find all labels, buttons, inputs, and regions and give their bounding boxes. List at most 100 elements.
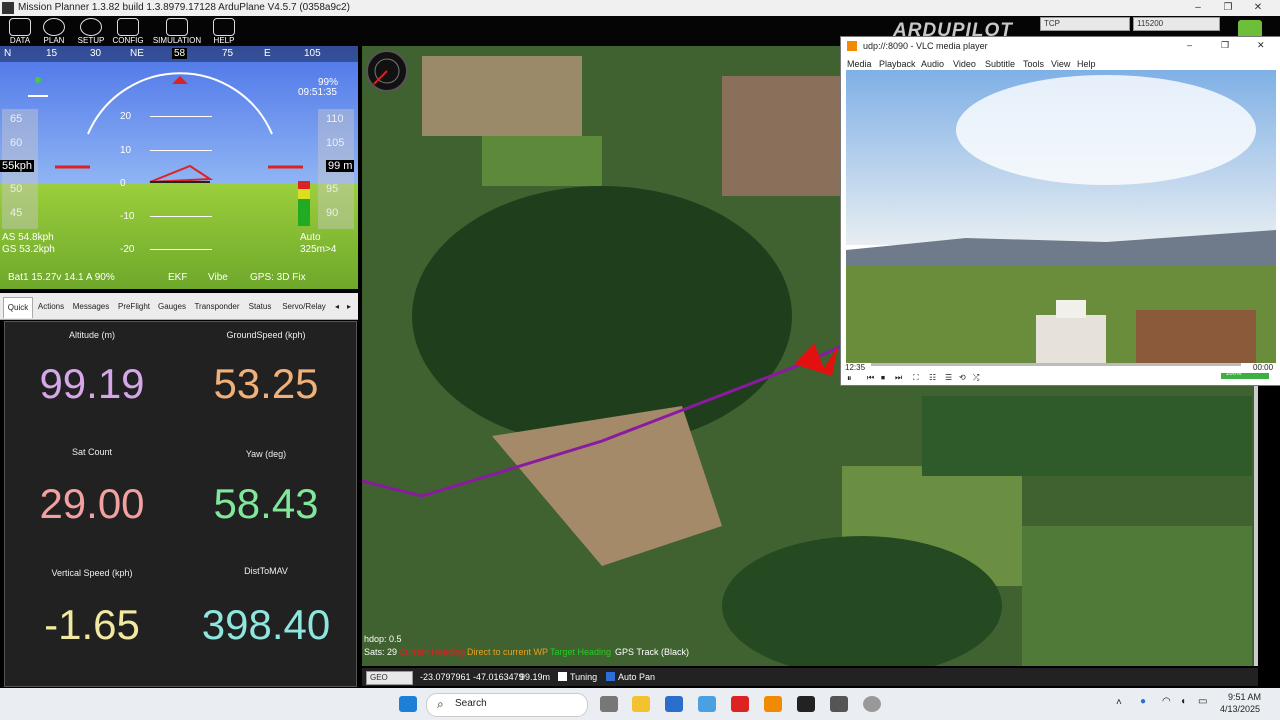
- pitch-label: -10: [120, 211, 135, 222]
- store-icon[interactable]: [665, 696, 683, 712]
- quick-label: Sat Count: [71, 447, 113, 457]
- vlc-menu-media[interactable]: Media: [847, 59, 872, 69]
- coord-mode-select[interactable]: GEO: [366, 671, 413, 685]
- search-icon: ⌕: [437, 697, 444, 711]
- vlc-next-icon[interactable]: ⏭: [895, 373, 902, 383]
- coordinates-text: -23.0797961 -47.0163479: [420, 672, 524, 682]
- help-button[interactable]: HELP: [204, 17, 244, 46]
- speed-readout: 55kph: [0, 160, 34, 172]
- quick-label: Altitude (m): [68, 330, 115, 340]
- video-frame: [846, 70, 1276, 363]
- quick-panel: Altitude (m) 99.19 GroundSpeed (kph) 53.…: [4, 321, 357, 687]
- config-button[interactable]: CONFIG: [108, 17, 148, 46]
- vlc-prev-icon[interactable]: ⏮: [867, 373, 874, 383]
- hdop-text: hdop: 0.5: [364, 634, 402, 644]
- pitch-label: -20: [120, 244, 135, 255]
- vlc-close-button[interactable]: ✕: [1257, 40, 1265, 51]
- photos-icon[interactable]: [698, 696, 716, 712]
- auto-pan-checkbox[interactable]: [606, 672, 615, 681]
- tuning-checkbox[interactable]: [558, 672, 567, 681]
- task-view-icon[interactable]: [600, 696, 618, 712]
- window-titlebar: Mission Planner 1.3.82 build 1.3.8979.17…: [0, 0, 1280, 16]
- tab-quick[interactable]: Quick: [3, 297, 33, 318]
- vlc-loop-icon[interactable]: ⟲: [959, 373, 966, 382]
- tab-messages[interactable]: Messages: [70, 297, 112, 317]
- start-icon[interactable]: [399, 696, 417, 712]
- legend-direct-to-wp: Direct to current WP: [467, 647, 549, 657]
- tab-status[interactable]: Status: [245, 297, 275, 317]
- globe-icon: [43, 18, 65, 36]
- quick-value: 29.00: [39, 480, 145, 527]
- tab-servo-relay[interactable]: Servo/Relay: [278, 297, 330, 317]
- quick-value: -1.65: [44, 601, 140, 648]
- volume-icon[interactable]: ◖: [1180, 696, 1186, 707]
- gps-status: GPS: 3D Fix: [250, 272, 306, 283]
- vlc-menu-video[interactable]: Video: [953, 59, 976, 69]
- legend-gps-track: GPS Track (Black): [615, 647, 690, 657]
- airspeed-text: AS 54.8kph: [2, 232, 54, 243]
- vlc-stop-icon[interactable]: ⏹: [881, 373, 885, 383]
- tray-overflow-icon[interactable]: ˄: [1116, 697, 1122, 708]
- minimize-button[interactable]: –: [1183, 1, 1213, 15]
- auto-pan-label: Auto Pan: [618, 672, 656, 682]
- setup-button[interactable]: SETUP: [71, 17, 111, 46]
- vlc-window[interactable]: udp://:8090 - VLC media player – ❐ ✕ Med…: [840, 36, 1280, 386]
- vlc-menu-subtitle[interactable]: Subtitle: [985, 59, 1015, 69]
- close-button[interactable]: ✕: [1243, 1, 1273, 15]
- vibe-status[interactable]: Vibe: [208, 272, 228, 283]
- app-icon-gray[interactable]: [863, 696, 881, 712]
- vlc-taskbar-icon[interactable]: [764, 696, 782, 712]
- taskbar-search[interactable]: ⌕ Search: [426, 693, 588, 717]
- pitch-label: 20: [120, 111, 132, 122]
- tab-transponder[interactable]: Transponder: [192, 297, 242, 317]
- app-icon-red[interactable]: [731, 696, 749, 712]
- wifi-icon[interactable]: ◠: [1162, 696, 1171, 707]
- tab-actions[interactable]: Actions: [35, 297, 67, 317]
- simulation-icon: [166, 18, 188, 36]
- tab-preflight[interactable]: PreFlight: [115, 297, 153, 317]
- tabs-scroll-right-icon[interactable]: ▸: [344, 297, 354, 317]
- maximize-button[interactable]: ❐: [1213, 1, 1243, 15]
- microphone-icon[interactable]: ●: [1140, 696, 1146, 707]
- pitch-line: [150, 249, 212, 250]
- vlc-fullscreen-icon[interactable]: ⛶: [913, 373, 919, 383]
- pitch-label: 0: [120, 178, 126, 189]
- tab-gauges[interactable]: Gauges: [155, 297, 189, 317]
- file-explorer-icon[interactable]: [632, 696, 650, 712]
- simulation-button[interactable]: SIMULATION: [152, 17, 202, 46]
- connection-type-select[interactable]: TCP: [1040, 17, 1130, 31]
- vlc-seek-bar[interactable]: [871, 363, 1241, 366]
- plan-button[interactable]: PLAN: [34, 17, 74, 46]
- pitch-line: [150, 216, 212, 217]
- mission-planner-icon[interactable]: [830, 696, 848, 712]
- terminal-icon[interactable]: [797, 696, 815, 712]
- map-status-bar: GEO -23.0797961 -47.0163479 99.19m Tunin…: [362, 668, 1258, 686]
- clock-time[interactable]: 9:51 AM: [1228, 692, 1261, 702]
- ekf-status[interactable]: EKF: [168, 272, 187, 283]
- quick-label: GroundSpeed (kph): [226, 330, 306, 340]
- vlc-menu-tools[interactable]: Tools: [1023, 59, 1044, 69]
- vlc-menu-help[interactable]: Help: [1077, 59, 1096, 69]
- monitor-icon: [9, 18, 31, 36]
- vlc-shuffle-icon[interactable]: ⤮: [973, 373, 979, 383]
- vlc-minimize-button[interactable]: –: [1187, 40, 1192, 50]
- vlc-playlist-icon[interactable]: ☰: [945, 373, 952, 382]
- video-feed: [846, 70, 1276, 363]
- tuning-label: Tuning: [570, 672, 598, 682]
- vlc-title: udp://:8090 - VLC media player: [863, 41, 988, 51]
- vlc-pause-icon[interactable]: ⏸: [847, 373, 852, 384]
- battery-icon[interactable]: ▭: [1198, 696, 1207, 707]
- vlc-maximize-button[interactable]: ❐: [1221, 40, 1229, 51]
- vlc-menu-view[interactable]: View: [1051, 59, 1070, 69]
- tabs-scroll-left-icon[interactable]: ◂: [332, 297, 342, 317]
- quick-value: 398.40: [201, 601, 331, 648]
- vlc-settings-icon[interactable]: ☷: [929, 373, 936, 382]
- clock-date[interactable]: 4/13/2025: [1220, 704, 1260, 714]
- legend-target-heading: Target Heading: [550, 647, 612, 657]
- app-icon: [2, 2, 14, 14]
- quick-value: 99.19: [39, 360, 145, 407]
- wrench-icon: [117, 18, 139, 36]
- vlc-menu-playback[interactable]: Playback: [879, 59, 916, 69]
- vlc-menu-audio[interactable]: Audio: [921, 59, 944, 69]
- baud-rate-select[interactable]: 115200: [1133, 17, 1220, 31]
